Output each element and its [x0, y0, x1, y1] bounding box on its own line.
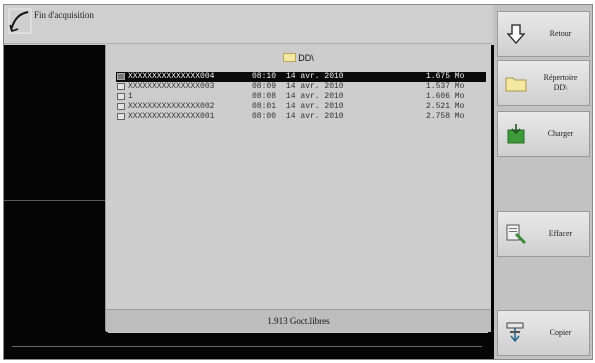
erase-button[interactable]: Effacer: [497, 211, 590, 257]
divider: [12, 346, 482, 347]
file-row[interactable]: 1 08:08 14 avr. 2010 1.606 Mo: [116, 92, 486, 102]
header-title: Fin d'acquisition: [34, 10, 94, 20]
arrow-down-icon: [506, 24, 526, 44]
file-row[interactable]: XXXXXXXXXXXXXXX003 08:09 14 avr. 2010 1.…: [116, 82, 486, 92]
file-time: 08:08: [252, 92, 277, 101]
file-date: 14 avr. 2010: [286, 112, 344, 121]
file-list[interactable]: XXXXXXXXXXXXXXX004 08:10 14 avr. 2010 1.…: [116, 72, 486, 122]
copy-button-label: Copier: [549, 328, 572, 337]
file-size: 1.537 Mo: [426, 82, 465, 91]
file-time: 08:09: [252, 82, 277, 91]
file-browser-dialog: DD\ XXXXXXXXXXXXXXX004 08:10 14 avr. 201…: [105, 45, 491, 332]
file-size: 2.521 Mo: [426, 102, 465, 111]
directory-button-label: Répertoire DD\: [543, 73, 578, 92]
waveform-area-left: [4, 45, 108, 345]
file-name: XXXXXXXXXXXXXXX001: [128, 112, 215, 121]
current-path: DD\: [106, 53, 491, 63]
back-button[interactable]: Retour: [497, 11, 590, 57]
file-row[interactable]: XXXXXXXXXXXXXXX001 08:00 14 avr. 2010 2.…: [116, 112, 486, 122]
curve-arrow-icon: [8, 8, 32, 34]
file-icon: [117, 113, 125, 120]
file-date: 14 avr. 2010: [286, 92, 344, 101]
file-icon: [117, 83, 125, 90]
erase-icon: [506, 224, 527, 245]
action-panel: Retour Répertoire DD\ Charger Effacer Co…: [494, 5, 592, 359]
folder-icon: [505, 77, 527, 92]
load-button-label: Charger: [547, 129, 574, 138]
divider: [4, 200, 108, 201]
copy-icon: [506, 322, 524, 343]
file-icon: [117, 93, 125, 100]
file-name: XXXXXXXXXXXXXXX004: [128, 72, 215, 81]
load-icon: [507, 124, 525, 144]
directory-button[interactable]: Répertoire DD\: [497, 60, 590, 106]
file-size: 1.675 Mo: [426, 72, 465, 81]
file-time: 08:01: [252, 102, 277, 111]
file-size: 1.606 Mo: [426, 92, 465, 101]
file-icon: [117, 103, 125, 110]
file-time: 08:10: [252, 72, 277, 81]
copy-button[interactable]: Copier: [497, 310, 590, 356]
file-date: 14 avr. 2010: [286, 102, 344, 111]
waveform-area-bottom: [4, 333, 494, 359]
file-row[interactable]: XXXXXXXXXXXXXXX004 08:10 14 avr. 2010 1.…: [116, 72, 486, 82]
free-space-status: 1.913 Goct.libres: [106, 309, 491, 332]
file-date: 14 avr. 2010: [286, 82, 344, 91]
file-name: XXXXXXXXXXXXXXX003: [128, 82, 215, 91]
file-time: 08:00: [252, 112, 277, 121]
back-button-label: Retour: [549, 29, 572, 38]
file-row[interactable]: XXXXXXXXXXXXXXX002 08:01 14 avr. 2010 2.…: [116, 102, 486, 112]
file-icon: [117, 73, 125, 80]
file-date: 14 avr. 2010: [286, 72, 344, 81]
erase-button-label: Effacer: [548, 229, 573, 238]
instrument-screen: Fin d'acquisition DD\ XXXXXXXXXXXXXXX004…: [3, 4, 593, 360]
load-button[interactable]: Charger: [497, 111, 590, 157]
path-label: DD\: [298, 53, 314, 63]
file-name: XXXXXXXXXXXXXXX002: [128, 102, 215, 111]
header-bar: Fin d'acquisition: [4, 5, 492, 44]
folder-icon: [283, 53, 297, 63]
file-name: 1: [128, 92, 133, 101]
file-size: 2.758 Mo: [426, 112, 465, 121]
